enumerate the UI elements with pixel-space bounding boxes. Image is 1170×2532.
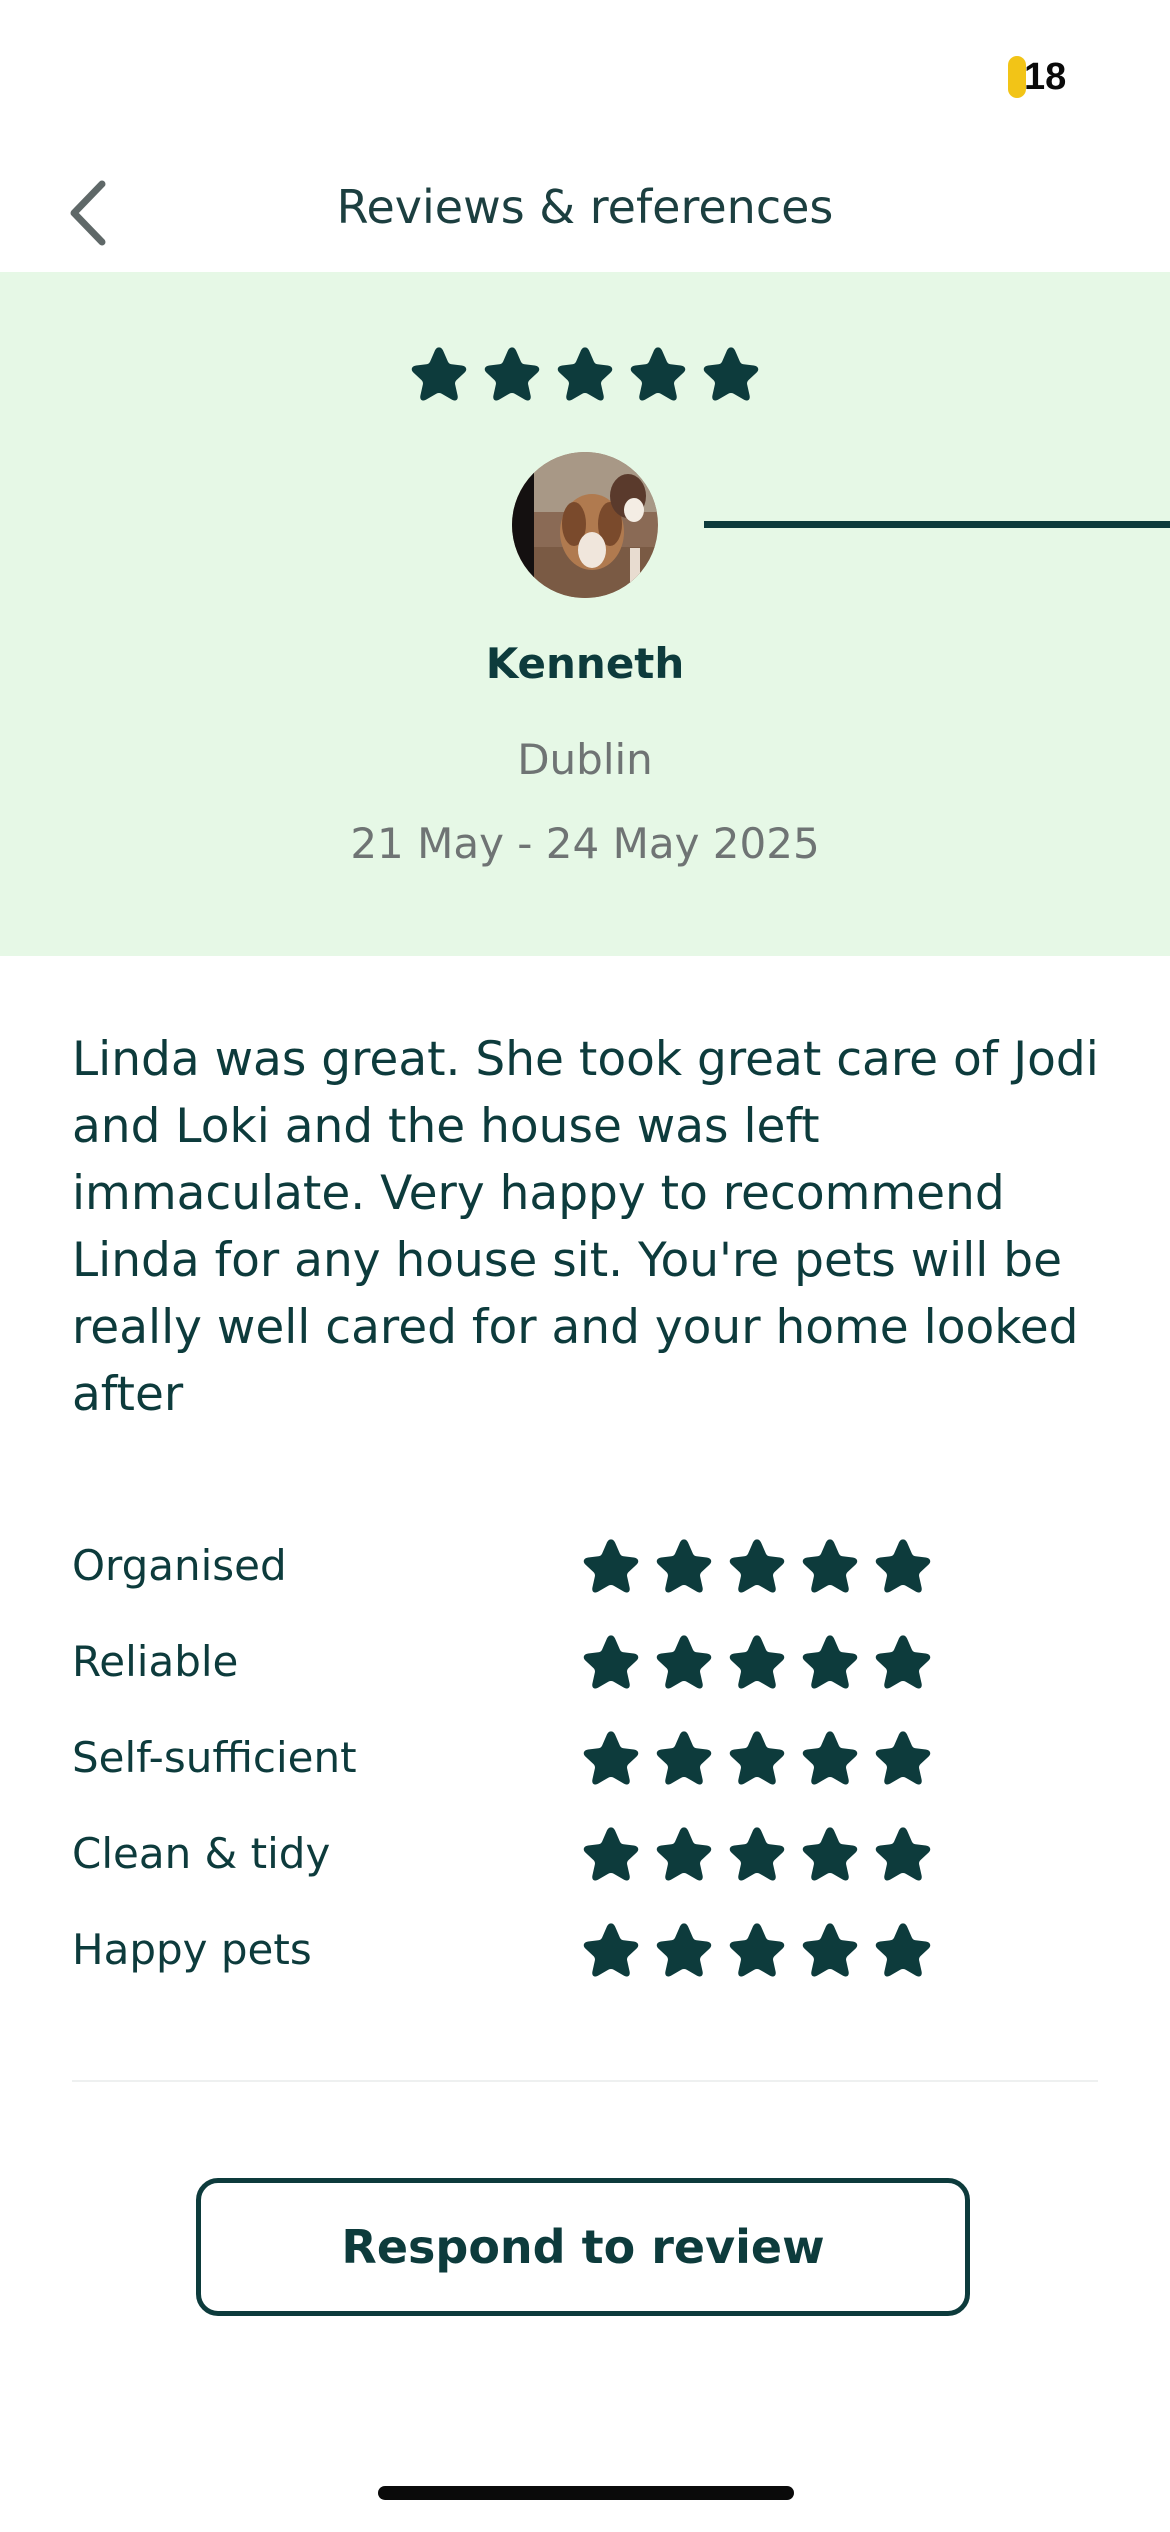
rating-row: Organised — [72, 1524, 1102, 1620]
star-icon — [656, 1923, 712, 1977]
rating-row: Self-sufficient — [72, 1716, 1102, 1812]
rating-row: Clean & tidy — [72, 1812, 1102, 1908]
reviewer-name: Kenneth — [485, 639, 685, 688]
rating-stars — [582, 1728, 932, 1788]
star-icon — [802, 1731, 858, 1785]
star-icon — [802, 1635, 858, 1689]
reviewer-avatar — [512, 452, 658, 598]
battery-indicator: 18 — [1008, 54, 1072, 100]
review-summary-card: Kenneth Dublin 21 May - 24 May 2025 — [0, 272, 1170, 956]
review-text: Linda was great. She took great care of … — [72, 1032, 1099, 1422]
rating-label: Reliable — [72, 1637, 239, 1686]
rating-stars — [582, 1824, 932, 1884]
star-icon — [875, 1731, 931, 1785]
star-icon — [583, 1635, 639, 1689]
divider — [72, 2080, 1098, 2082]
star-icon — [729, 1731, 785, 1785]
star-icon — [875, 1923, 931, 1977]
rating-stars — [582, 1920, 932, 1980]
star-icon — [656, 1731, 712, 1785]
rating-label: Self-sufficient — [72, 1733, 357, 1782]
rating-stars — [582, 1632, 932, 1692]
star-icon — [875, 1539, 931, 1593]
battery-level: 18 — [1024, 56, 1067, 98]
star-icon — [411, 347, 467, 401]
star-icon — [875, 1635, 931, 1689]
rating-row: Reliable — [72, 1620, 1102, 1716]
star-icon — [656, 1635, 712, 1689]
status-bar: 18 — [0, 0, 1170, 150]
star-icon — [729, 1539, 785, 1593]
star-icon — [656, 1827, 712, 1881]
reviewer-location: Dublin — [517, 735, 653, 784]
star-icon — [484, 347, 540, 401]
star-icon — [729, 1635, 785, 1689]
star-icon — [729, 1827, 785, 1881]
star-icon — [729, 1923, 785, 1977]
star-icon — [802, 1923, 858, 1977]
home-indicator[interactable] — [378, 2486, 794, 2500]
star-icon — [802, 1827, 858, 1881]
rating-stars — [582, 1536, 932, 1596]
star-icon — [557, 347, 613, 401]
nav-bar: Reviews & references — [0, 150, 1170, 272]
star-icon — [875, 1827, 931, 1881]
page-title: Reviews & references — [336, 180, 834, 234]
category-ratings: Organised Reliable Self-sufficient Clean… — [72, 1524, 1102, 2004]
star-icon — [802, 1539, 858, 1593]
star-icon — [703, 347, 759, 401]
star-icon — [583, 1539, 639, 1593]
overall-rating-stars — [410, 344, 760, 404]
star-icon — [583, 1827, 639, 1881]
rating-row: Happy pets — [72, 1908, 1102, 2004]
rating-label: Organised — [72, 1541, 287, 1590]
review-dates: 21 May - 24 May 2025 — [350, 819, 820, 868]
star-icon — [630, 347, 686, 401]
rating-label: Clean & tidy — [72, 1829, 331, 1878]
rating-label: Happy pets — [72, 1925, 312, 1974]
respond-to-review-button[interactable]: Respond to review — [196, 2178, 970, 2316]
decorative-line — [704, 521, 1170, 528]
star-icon — [656, 1539, 712, 1593]
star-icon — [583, 1923, 639, 1977]
star-icon — [583, 1731, 639, 1785]
